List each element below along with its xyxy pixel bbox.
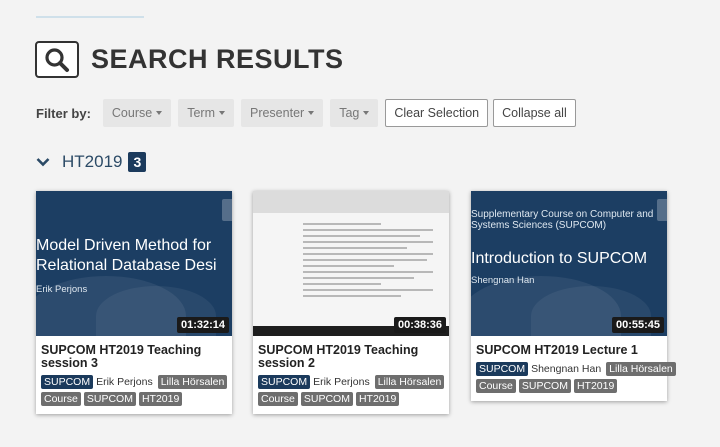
tag-course[interactable]: Course — [41, 392, 81, 407]
caret-down-icon — [308, 111, 315, 115]
course-tag[interactable]: SUPCOM — [258, 375, 311, 390]
page-title: SEARCH RESULTS — [91, 44, 344, 74]
thumbnail-presenter: Erik Perjons — [36, 284, 88, 295]
card-tags-row: Course SUPCOM HT2019 — [476, 379, 662, 394]
card-body: SUPCOM HT2019 Teaching session 3 SUPCOM … — [36, 336, 232, 414]
tag-dropdown-label: Tag — [339, 106, 360, 120]
card-meta-row: SUPCOM Erik Perjons Lilla Hörsalen — [41, 375, 228, 390]
page-heading: SEARCH RESULTS — [35, 41, 344, 78]
location-tag[interactable]: Lilla Hörsalen — [157, 375, 228, 390]
presenter-dropdown[interactable]: Presenter — [240, 99, 324, 127]
caret-down-icon — [218, 111, 225, 115]
card-meta-row: SUPCOM Shengnan Han Lilla Hörsalen — [476, 362, 676, 377]
thumbnail-title-line: Relational Database Desi — [36, 257, 217, 274]
tag-supcom[interactable]: SUPCOM — [83, 392, 136, 407]
filter-label: Filter by: — [36, 105, 91, 121]
presenter-name: Erik Perjons — [96, 376, 153, 389]
filter-bar: Filter by: Course Term Presenter Tag Cle… — [36, 99, 581, 127]
tag-dropdown[interactable]: Tag — [330, 99, 379, 127]
card-title[interactable]: SUPCOM HT2019 Lecture 1 — [476, 343, 662, 357]
tag-supcom[interactable]: SUPCOM — [518, 379, 571, 394]
tag-supcom[interactable]: SUPCOM — [300, 392, 353, 407]
location-tag[interactable]: Lilla Hörsalen — [374, 375, 445, 390]
thumbnail-course-name: Supplementary Course on Computer and — [471, 209, 654, 220]
tag-course[interactable]: Course — [258, 392, 298, 407]
search-icon — [45, 47, 69, 72]
duration-badge: 00:38:36 — [393, 317, 446, 333]
screen-capture-thumbnail — [253, 191, 449, 336]
duration-badge: 01:32:14 — [176, 317, 229, 333]
thumbnail-title-line: Model Driven Method for — [36, 237, 212, 254]
recording-card[interactable]: 00:38:36 SUPCOM HT2019 Teaching session … — [253, 191, 449, 415]
course-dropdown[interactable]: Course — [102, 99, 172, 127]
tag-course[interactable]: Course — [476, 379, 516, 394]
card-title[interactable]: SUPCOM HT2019 Teaching session 2 — [258, 343, 444, 370]
card-tags-row: Course SUPCOM HT2019 — [41, 392, 227, 407]
browser-bar — [253, 191, 449, 213]
recording-card[interactable]: Model Driven Method for Relational Datab… — [36, 191, 232, 415]
course-dropdown-label: Course — [111, 106, 153, 120]
duration-badge: 00:55:45 — [611, 317, 664, 333]
caret-down-icon — [363, 111, 370, 115]
recording-card[interactable]: Supplementary Course on Computer and Sys… — [471, 191, 676, 402]
course-tag[interactable]: SUPCOM — [476, 362, 529, 377]
document-text-lines — [303, 223, 433, 301]
group-header[interactable]: HT2019 3 — [36, 149, 147, 175]
card-body: SUPCOM HT2019 Lecture 1 SUPCOM Shengnan … — [471, 336, 676, 401]
card-body: SUPCOM HT2019 Teaching session 2 SUPCOM … — [253, 336, 449, 414]
chevron-down-icon[interactable] — [36, 157, 50, 167]
presenter-name: Erik Perjons — [313, 376, 370, 389]
recording-thumbnail[interactable]: Supplementary Course on Computer and Sys… — [471, 191, 667, 336]
term-dropdown-label: Term — [187, 106, 215, 120]
presenter-dropdown-label: Presenter — [249, 106, 305, 120]
tag-term[interactable]: HT2019 — [138, 392, 183, 407]
search-button[interactable] — [35, 41, 79, 78]
top-divider — [36, 16, 144, 18]
group-name: HT2019 — [62, 152, 123, 171]
university-logo-icon — [222, 199, 232, 221]
location-tag[interactable]: Lilla Hörsalen — [606, 362, 676, 377]
thumbnail-presenter: Shengnan Han — [471, 275, 535, 286]
thumbnail-course-name: Systems Sciences (SUPCOM) — [471, 220, 607, 231]
collapse-all-button[interactable]: Collapse all — [493, 99, 576, 127]
caret-down-icon — [156, 111, 163, 115]
recording-thumbnail[interactable]: Model Driven Method for Relational Datab… — [36, 191, 232, 336]
term-dropdown[interactable]: Term — [178, 99, 234, 127]
tag-term[interactable]: HT2019 — [573, 379, 618, 394]
card-title[interactable]: SUPCOM HT2019 Teaching session 3 — [41, 343, 227, 370]
card-tags-row: Course SUPCOM HT2019 — [258, 392, 444, 407]
group-count-badge: 3 — [128, 152, 147, 172]
recording-thumbnail[interactable]: 00:38:36 — [253, 191, 449, 336]
card-meta-row: SUPCOM Erik Perjons Lilla Hörsalen — [258, 375, 445, 390]
university-logo-icon — [657, 199, 667, 221]
search-results-page: SEARCH RESULTS Filter by: Course Term Pr… — [0, 0, 720, 447]
clear-selection-button[interactable]: Clear Selection — [385, 99, 489, 127]
course-tag[interactable]: SUPCOM — [41, 375, 94, 390]
presenter-name: Shengnan Han — [531, 363, 602, 376]
tag-term[interactable]: HT2019 — [355, 392, 400, 407]
thumbnail-title: Introduction to SUPCOM — [471, 250, 648, 267]
